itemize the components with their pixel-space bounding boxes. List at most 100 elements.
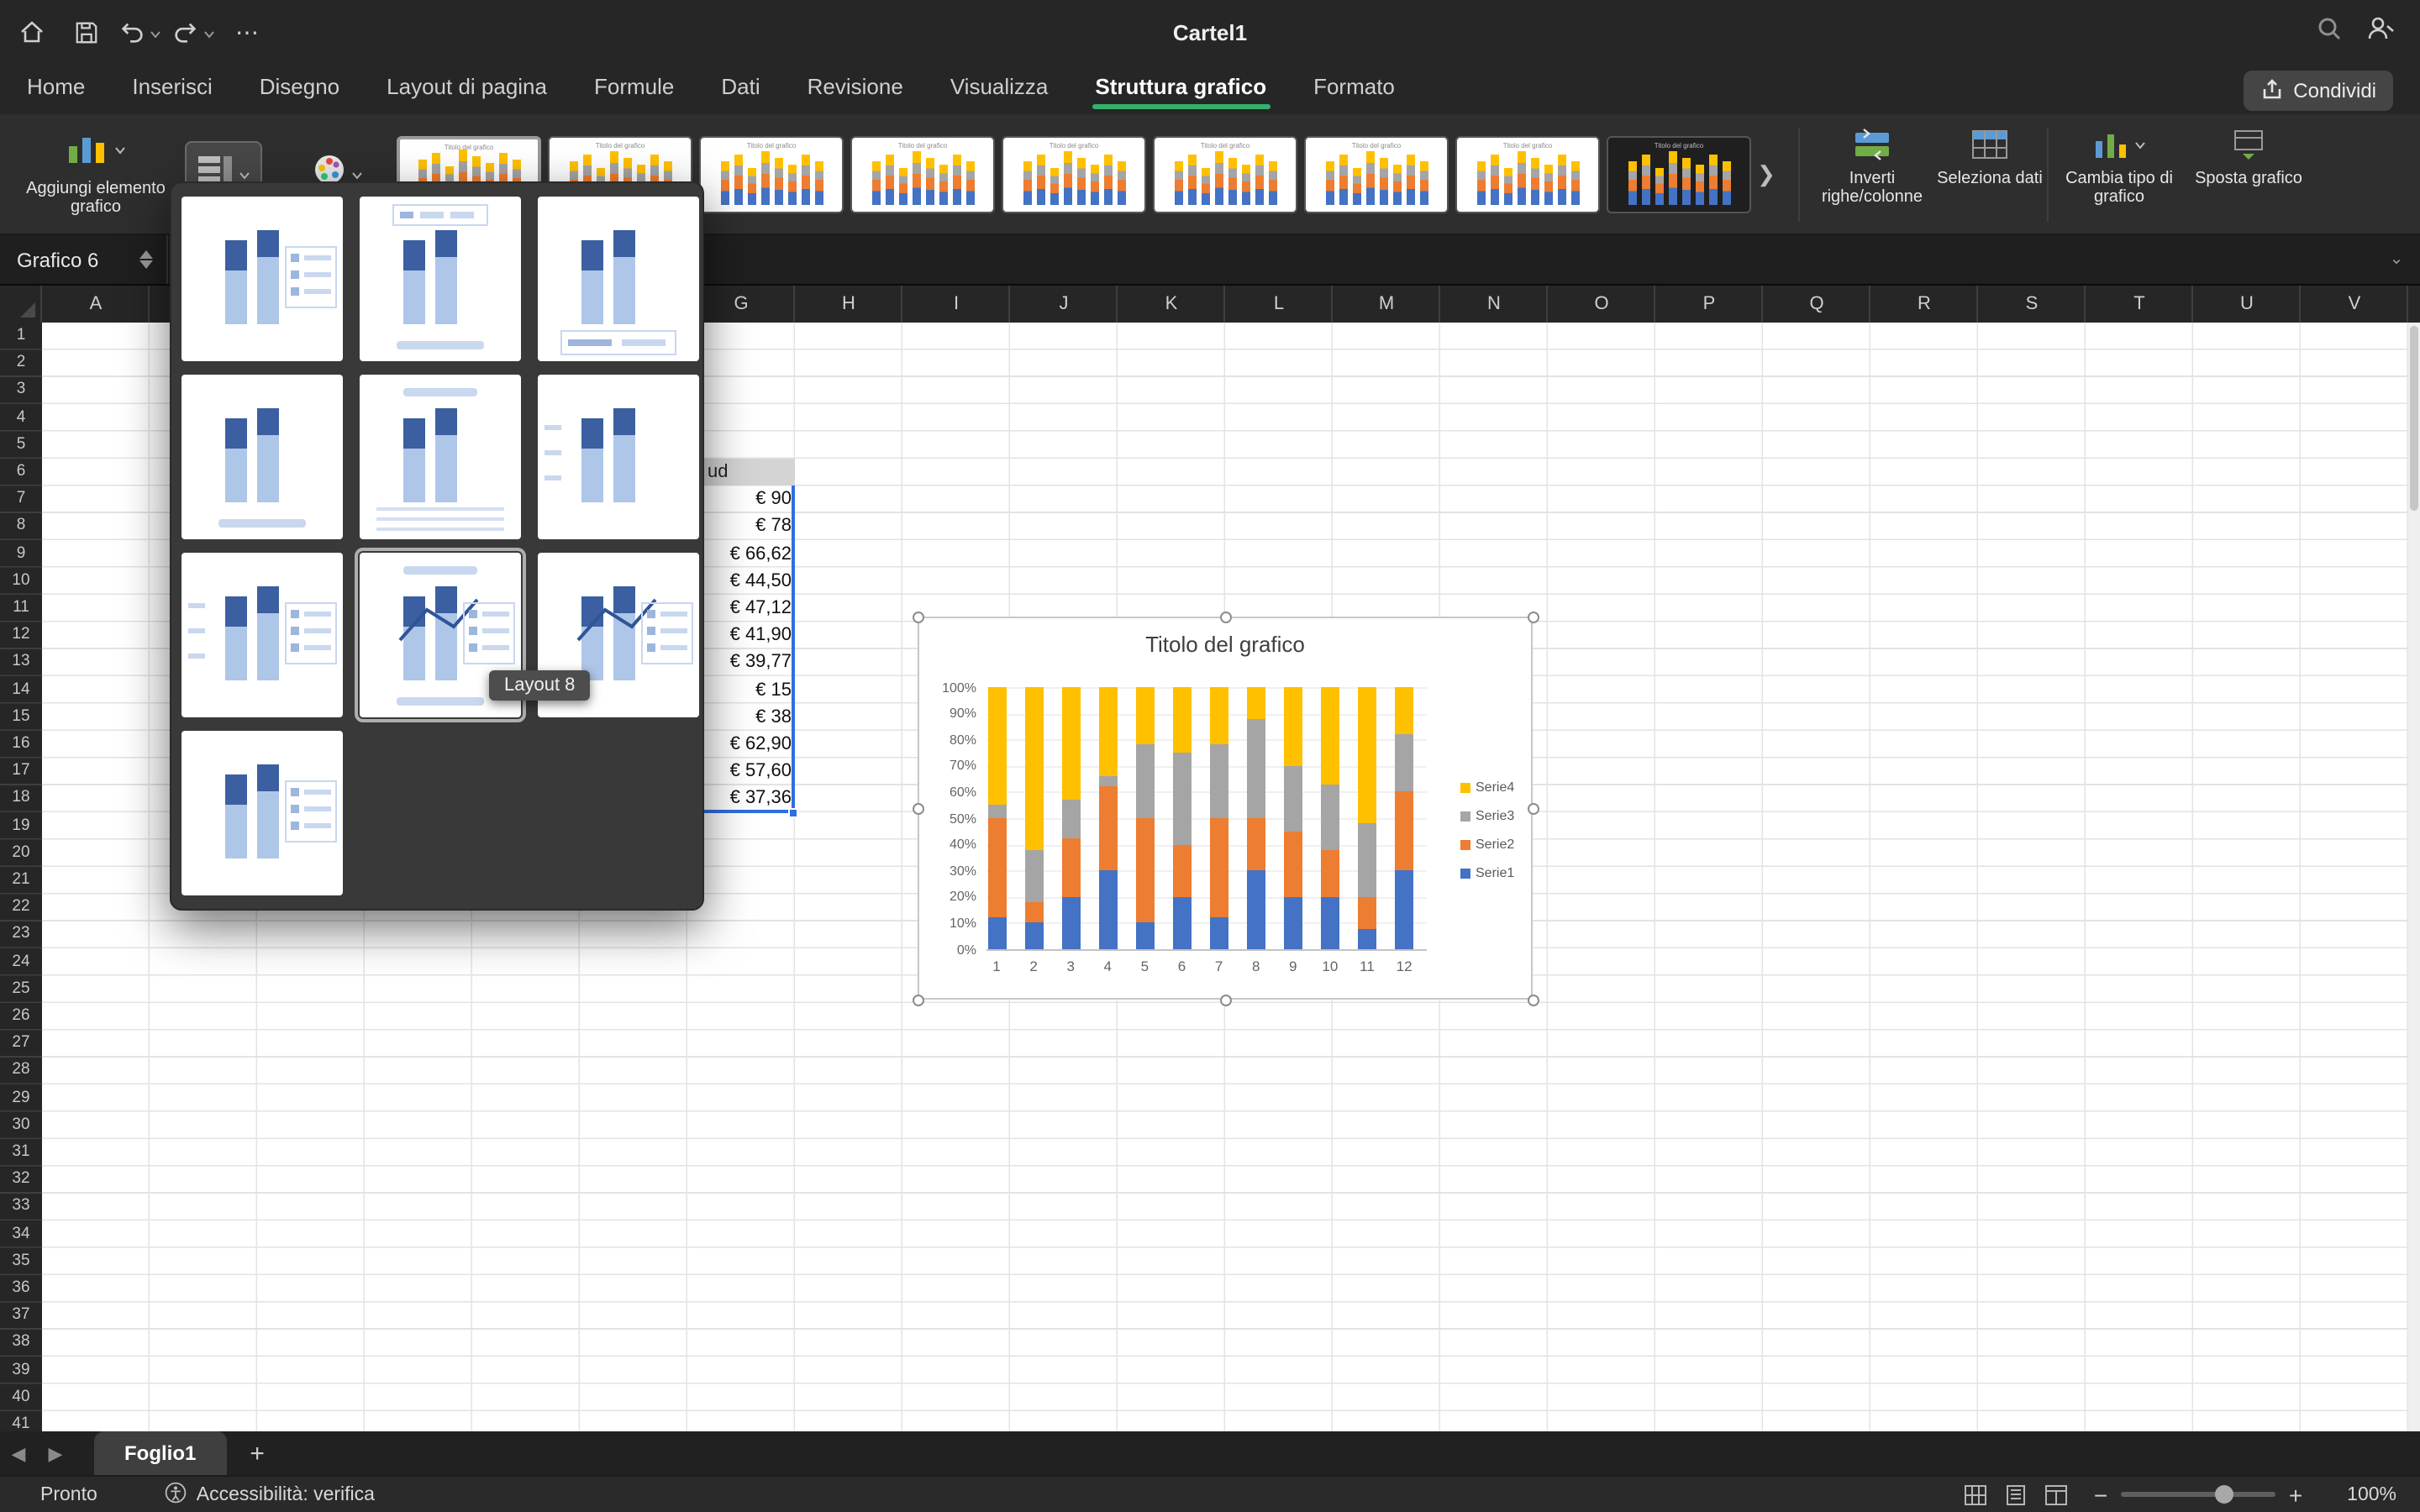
quick-layout-item-4[interactable] xyxy=(182,375,343,539)
row-header-34[interactable]: 34 xyxy=(0,1221,42,1247)
quick-layout-item-10[interactable] xyxy=(182,731,343,895)
zoom-slider[interactable] xyxy=(2121,1492,2275,1497)
row-header-32[interactable]: 32 xyxy=(0,1166,42,1193)
row-header-10[interactable]: 10 xyxy=(0,568,42,595)
quick-layout-item-5[interactable] xyxy=(360,375,521,539)
chart-style-3[interactable]: Titolo del grafico xyxy=(699,136,844,213)
row-header-14[interactable]: 14 xyxy=(0,676,42,703)
add-sheet-button[interactable]: + xyxy=(250,1439,265,1467)
row-header-9[interactable]: 9 xyxy=(0,540,42,567)
row-header-17[interactable]: 17 xyxy=(0,758,42,785)
chart-resize-handle[interactable] xyxy=(1220,612,1232,623)
zoom-in-button[interactable]: + xyxy=(2282,1481,2309,1508)
column-header-T[interactable]: T xyxy=(2086,286,2193,323)
chart-style-6[interactable]: Titolo del grafico xyxy=(1153,136,1297,213)
chart-style-8[interactable]: Titolo del grafico xyxy=(1455,136,1600,213)
chart-resize-handle[interactable] xyxy=(1528,612,1539,623)
move-chart-button[interactable]: Sposta grafico xyxy=(2188,124,2309,188)
tab-layout-di-pagina[interactable]: Layout di pagina xyxy=(383,74,550,114)
chart-style-9[interactable]: Titolo del grafico xyxy=(1607,136,1751,213)
row-header-4[interactable]: 4 xyxy=(0,404,42,431)
formula-bar-expand-icon[interactable]: ⌄ xyxy=(2373,250,2420,269)
row-header-28[interactable]: 28 xyxy=(0,1058,42,1084)
column-header-H[interactable]: H xyxy=(795,286,902,323)
chart-resize-handle[interactable] xyxy=(1528,995,1539,1006)
row-header-35[interactable]: 35 xyxy=(0,1248,42,1275)
tab-revisione[interactable]: Revisione xyxy=(804,74,907,114)
row-header-24[interactable]: 24 xyxy=(0,948,42,975)
people-share-icon[interactable] xyxy=(2366,14,2396,50)
row-header-40[interactable]: 40 xyxy=(0,1384,42,1411)
sheet-nav-right-icon[interactable]: ▶ xyxy=(37,1442,74,1464)
share-button[interactable]: Condividi xyxy=(2243,71,2393,111)
row-header-20[interactable]: 20 xyxy=(0,840,42,867)
scrollbar-thumb[interactable] xyxy=(2410,326,2418,511)
column-header-U[interactable]: U xyxy=(2193,286,2301,323)
normal-view-icon[interactable] xyxy=(1965,1484,1986,1504)
row-header-25[interactable]: 25 xyxy=(0,976,42,1003)
name-box-stepper[interactable] xyxy=(139,250,153,269)
tab-formule[interactable]: Formule xyxy=(591,74,677,114)
row-header-29[interactable]: 29 xyxy=(0,1084,42,1111)
quick-layout-item-2[interactable] xyxy=(360,197,521,361)
chart-resize-handle[interactable] xyxy=(913,995,924,1006)
select-all-corner[interactable] xyxy=(0,286,42,323)
row-header-16[interactable]: 16 xyxy=(0,731,42,758)
chart-object[interactable]: Titolo del grafico 100%90%80%70%60%50%40… xyxy=(918,617,1533,1000)
row-header-11[interactable]: 11 xyxy=(0,595,42,622)
row-header-39[interactable]: 39 xyxy=(0,1357,42,1383)
row-header-22[interactable]: 22 xyxy=(0,894,42,921)
row-header-19[interactable]: 19 xyxy=(0,812,42,839)
sheet-tab-foglio1[interactable]: Foglio1 xyxy=(94,1431,226,1475)
row-header-12[interactable]: 12 xyxy=(0,622,42,648)
column-header-R[interactable]: R xyxy=(1870,286,1978,323)
row-header-8[interactable]: 8 xyxy=(0,513,42,540)
row-header-18[interactable]: 18 xyxy=(0,785,42,812)
column-header-S[interactable]: S xyxy=(1978,286,2086,323)
column-header-Q[interactable]: Q xyxy=(1763,286,1870,323)
chart-style-7[interactable]: Titolo del grafico xyxy=(1304,136,1449,213)
chart-style-4[interactable]: Titolo del grafico xyxy=(850,136,995,213)
column-header-K[interactable]: K xyxy=(1118,286,1225,323)
chart-resize-handle[interactable] xyxy=(1220,995,1232,1006)
add-chart-element-button[interactable]: Aggiungi elemento grafico xyxy=(13,119,178,230)
tab-dati[interactable]: Dati xyxy=(718,74,763,114)
chart-resize-handle[interactable] xyxy=(1528,803,1539,815)
column-header-P[interactable]: P xyxy=(1655,286,1763,323)
tab-struttura-grafico[interactable]: Struttura grafico xyxy=(1092,74,1270,114)
row-header-13[interactable]: 13 xyxy=(0,649,42,676)
search-icon[interactable] xyxy=(2316,14,2343,50)
quick-layout-item-1[interactable] xyxy=(182,197,343,361)
quick-layout-item-3[interactable] xyxy=(538,197,699,361)
row-header-7[interactable]: 7 xyxy=(0,486,42,512)
column-header-M[interactable]: M xyxy=(1333,286,1440,323)
column-header-O[interactable]: O xyxy=(1548,286,1655,323)
row-header-30[interactable]: 30 xyxy=(0,1112,42,1139)
select-data-button[interactable]: Seleziona dati xyxy=(1933,124,2047,188)
sheet-nav-left-icon[interactable]: ◀ xyxy=(0,1442,37,1464)
chart-title[interactable]: Titolo del grafico xyxy=(919,632,1531,657)
column-header-J[interactable]: J xyxy=(1010,286,1118,323)
row-header-5[interactable]: 5 xyxy=(0,432,42,459)
zoom-slider-thumb[interactable] xyxy=(2215,1484,2233,1503)
accessibility-status[interactable]: Accessibilità: verifica xyxy=(197,1484,375,1504)
column-header-I[interactable]: I xyxy=(902,286,1010,323)
zoom-level[interactable]: 100% xyxy=(2323,1484,2396,1504)
tab-visualizza[interactable]: Visualizza xyxy=(947,74,1052,114)
chart-style-5[interactable]: Titolo del grafico xyxy=(1002,136,1146,213)
invert-rows-columns-button[interactable]: Inverti righe/colonne xyxy=(1812,124,1933,207)
vertical-scrollbar[interactable] xyxy=(2408,323,2420,1431)
zoom-out-button[interactable]: − xyxy=(2087,1481,2114,1508)
row-header-27[interactable]: 27 xyxy=(0,1030,42,1057)
page-break-view-icon[interactable] xyxy=(2045,1484,2067,1504)
fill-handle[interactable] xyxy=(788,807,798,817)
quick-layout-item-6[interactable] xyxy=(538,375,699,539)
row-header-37[interactable]: 37 xyxy=(0,1302,42,1329)
row-header-26[interactable]: 26 xyxy=(0,1003,42,1030)
row-header-2[interactable]: 2 xyxy=(0,349,42,376)
chart-resize-handle[interactable] xyxy=(913,612,924,623)
name-box[interactable]: Grafico 6 xyxy=(0,235,168,284)
tab-formato[interactable]: Formato xyxy=(1310,74,1398,114)
tab-home[interactable]: Home xyxy=(24,74,88,114)
row-header-31[interactable]: 31 xyxy=(0,1139,42,1166)
